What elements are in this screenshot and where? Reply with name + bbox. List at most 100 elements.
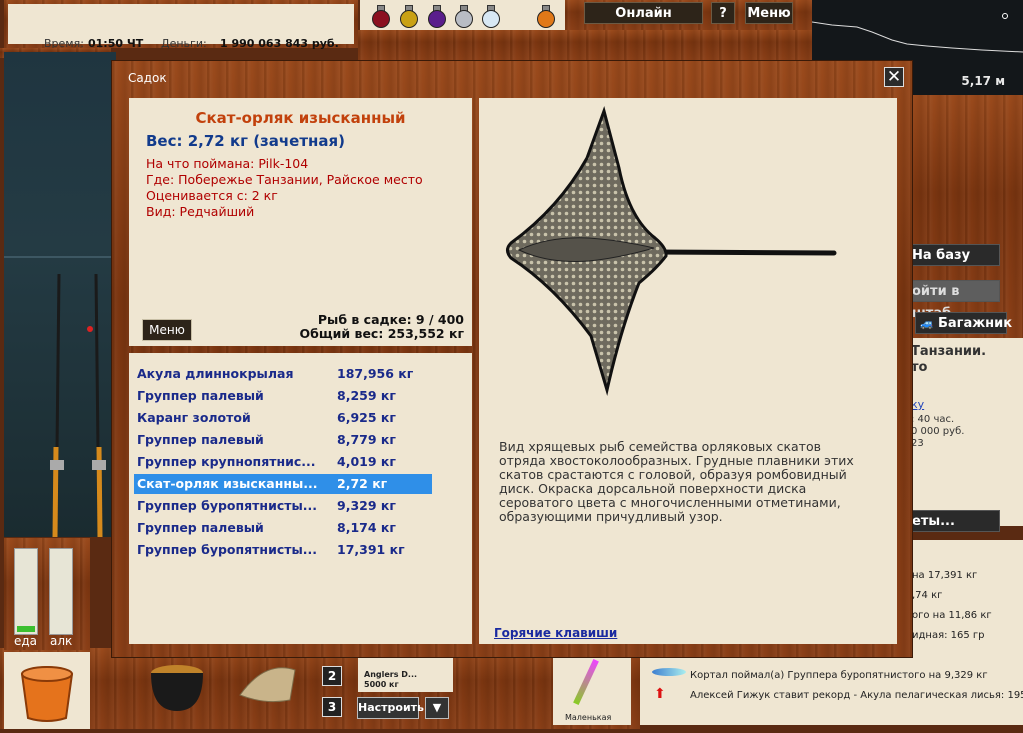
silver-potion-icon[interactable]	[453, 4, 473, 28]
bait-weight: 5000 кг	[364, 680, 399, 689]
rated-from: Оценивается с: 2 кг	[146, 188, 278, 203]
food-gauge	[14, 548, 38, 635]
cauldron-icon[interactable]	[145, 655, 210, 715]
total-weight: Общий вес: 253,552 кг	[299, 326, 465, 341]
location-line1: Танзании.	[911, 344, 987, 359]
needs-gauges: еда алк	[4, 538, 90, 650]
food-label: еда	[14, 634, 38, 648]
feed-line: ,74 кг	[912, 590, 943, 601]
fish-rarity: Вид: Редчайший	[146, 204, 255, 219]
caught-with: На что поймана: Pilk-104	[146, 156, 309, 171]
menu-button-top[interactable]: Меню	[745, 2, 793, 24]
to-base-button[interactable]: На базу	[908, 244, 1000, 266]
catch-list-row[interactable]: Группер буропятнисты... 9,329 кг	[134, 496, 432, 516]
catch-list-row[interactable]: Группер палевый 8,174 кг	[134, 518, 432, 538]
net-icon[interactable]	[235, 660, 300, 705]
catch-fish-weight: 4,019 кг	[337, 454, 396, 469]
close-button[interactable]: ✕	[884, 67, 904, 87]
catch-fish-weight: 8,174 кг	[337, 520, 396, 535]
fish-description: Вид хрящевых рыб семейства орляковых ска…	[499, 439, 854, 524]
catch-fish-weight: 9,329 кг	[337, 498, 396, 513]
catch-fish-name: Группер палевый	[137, 520, 264, 535]
catch-list-row[interactable]: Акула длиннокрылая 187,956 кг	[134, 364, 432, 384]
eagle-ray-image	[506, 105, 837, 396]
fish-name: Скат-орляк изысканный	[195, 109, 406, 127]
fish-icon	[652, 668, 686, 676]
feed-line: Кортал поймал(а) Группера буропятнистого…	[690, 670, 988, 681]
trunk-button[interactable]: 🚙 Багажник	[915, 312, 1012, 334]
depth-readout: 5,17 м	[961, 74, 1005, 88]
catch-list-row[interactable]: Группер палевый 8,259 кг	[134, 386, 432, 406]
bait-name: Anglers D...	[364, 670, 418, 679]
feed-line: на 17,391 кг	[912, 570, 978, 581]
catch-fish-name: Группер палевый	[137, 432, 264, 447]
fishing-rods-graphic	[4, 256, 116, 538]
catch-list-row[interactable]: Скат-орляк изысканны... 2,72 кг	[134, 474, 432, 494]
catch-list: Акула длиннокрылая 187,956 кг Группер пале…	[129, 353, 472, 644]
catch-list-row[interactable]: Группер палевый 8,779 кг	[134, 430, 432, 450]
alcohol-label: алк	[50, 634, 73, 648]
catch-fish-weight: 187,956 кг	[337, 366, 414, 381]
catch-fish-weight: 17,391 кг	[337, 542, 405, 557]
catch-fish-name: Группер палевый	[137, 388, 264, 403]
menu-button[interactable]: Меню	[142, 319, 192, 341]
catch-fish-weight: 8,779 кг	[337, 432, 396, 447]
feed-line: идная: 165 гр	[912, 630, 985, 641]
bucket-icon	[20, 666, 74, 722]
orange-potion-icon[interactable]	[535, 4, 555, 28]
catch-fish-name: Группер крупнопятнис...	[137, 454, 316, 469]
lure-icon	[573, 658, 599, 706]
blue-potion-icon[interactable]	[480, 4, 500, 28]
trunk-label: Багажник	[938, 316, 1013, 331]
catch-fish-weight: 6,925 кг	[337, 410, 396, 425]
catch-fish-weight: 8,259 кг	[337, 388, 396, 403]
money-label: Деньги:	[161, 37, 207, 50]
catch-fish-name: Акула длиннокрылая	[137, 366, 294, 381]
status-panel: Время: 01:50 ЧТ Деньги: 1 990 063 843 ру…	[4, 0, 358, 50]
lure-slot[interactable]: Маленькая	[553, 650, 631, 725]
help-button[interactable]: ?	[711, 2, 735, 24]
red-potion-icon[interactable]	[370, 4, 390, 28]
fishing-scene	[4, 52, 116, 538]
slot-2-button[interactable]: 2	[322, 666, 342, 686]
to-hq-button[interactable]: ойти в штаб	[908, 280, 1000, 321]
bottom-bar	[0, 648, 640, 729]
catch-fish-name: Группер буропятнисты...	[137, 542, 318, 557]
wood-strip-top	[358, 30, 812, 60]
fish-weight: Вес: 2,72 кг (зачетная)	[146, 132, 346, 150]
info-money: 0 000 руб.	[911, 426, 965, 437]
feed-line: Алексей Гижук ставит рекорд - Акула пела…	[690, 690, 1023, 701]
fish-detail-panel: Вид хрящевых рыб семейства орляковых ска…	[479, 98, 897, 644]
keepnet-dialog: Садок ✕ Скат-орляк изысканный Вес: 2,72 …	[111, 60, 913, 658]
tune-button[interactable]: Настроить	[357, 697, 424, 719]
location-line2: то	[911, 360, 928, 375]
catch-fish-weight: 2,72 кг	[337, 476, 388, 491]
lure-label: Маленькая	[565, 713, 612, 722]
hotkeys-link[interactable]: Горячие клавиши	[494, 626, 617, 640]
catch-fish-name: Группер буропятнисты...	[137, 498, 318, 513]
tune-dropdown-button[interactable]: ▼	[425, 697, 449, 719]
alcohol-gauge	[49, 548, 73, 635]
purple-potion-icon[interactable]	[426, 4, 446, 28]
food-gauge-fill	[17, 626, 35, 632]
tickets-button[interactable]: еты...	[908, 510, 1000, 532]
info-hours: : 40 час.	[911, 414, 955, 425]
truck-icon: 🚙	[920, 317, 934, 330]
slot-3-button[interactable]: 3	[322, 697, 342, 717]
record-up-icon: ⬆	[654, 686, 666, 702]
online-services-button[interactable]: Онлайн сервисы	[584, 2, 703, 42]
catch-list-row[interactable]: Группер крупнопятнис... 4,019 кг	[134, 452, 432, 472]
fish-info-panel: Скат-орляк изысканный Вес: 2,72 кг (заче…	[129, 98, 472, 346]
fish-count: Рыб в садке: 9 / 400	[317, 312, 464, 327]
catch-location: Где: Побережье Танзании, Райское место	[146, 172, 423, 187]
bucket-slot[interactable]	[4, 652, 90, 729]
location-info-panel: Танзании. то ку : 40 час. 0 000 руб. 23	[908, 338, 1023, 526]
dialog-title: Садок	[128, 71, 167, 85]
money-value: 1 990 063 843 руб.	[220, 37, 339, 50]
feed-line: ого на 11,86 кг	[912, 610, 992, 621]
potions-bar	[360, 0, 565, 30]
catch-list-row[interactable]: Каранг золотой 6,925 кг	[134, 408, 432, 428]
catch-fish-name: Каранг золотой	[137, 410, 251, 425]
gold-potion-icon[interactable]	[398, 4, 418, 28]
catch-list-row[interactable]: Группер буропятнисты... 17,391 кг	[134, 540, 432, 560]
